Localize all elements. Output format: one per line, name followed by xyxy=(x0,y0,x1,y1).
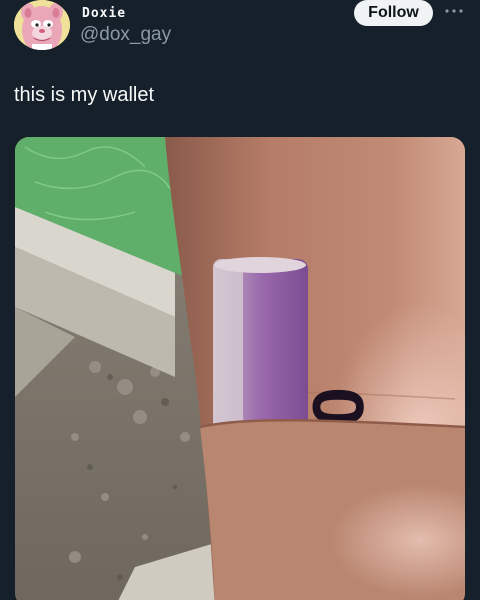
follow-button[interactable]: Follow xyxy=(354,0,433,26)
tweet-text: this is my wallet xyxy=(14,84,155,106)
author-handle[interactable]: @dox_gay xyxy=(80,24,171,46)
pink-panther-avatar-icon xyxy=(14,0,70,50)
more-options-icon[interactable] xyxy=(442,6,466,20)
wallet-photo: 00 xyxy=(15,137,465,600)
author-display-name[interactable]: Doxie xyxy=(82,6,126,21)
tweet-media-photo[interactable]: 00 xyxy=(15,137,465,600)
avatar[interactable] xyxy=(14,0,70,50)
tweet-header: Doxie @dox_gay Follow xyxy=(0,0,480,60)
